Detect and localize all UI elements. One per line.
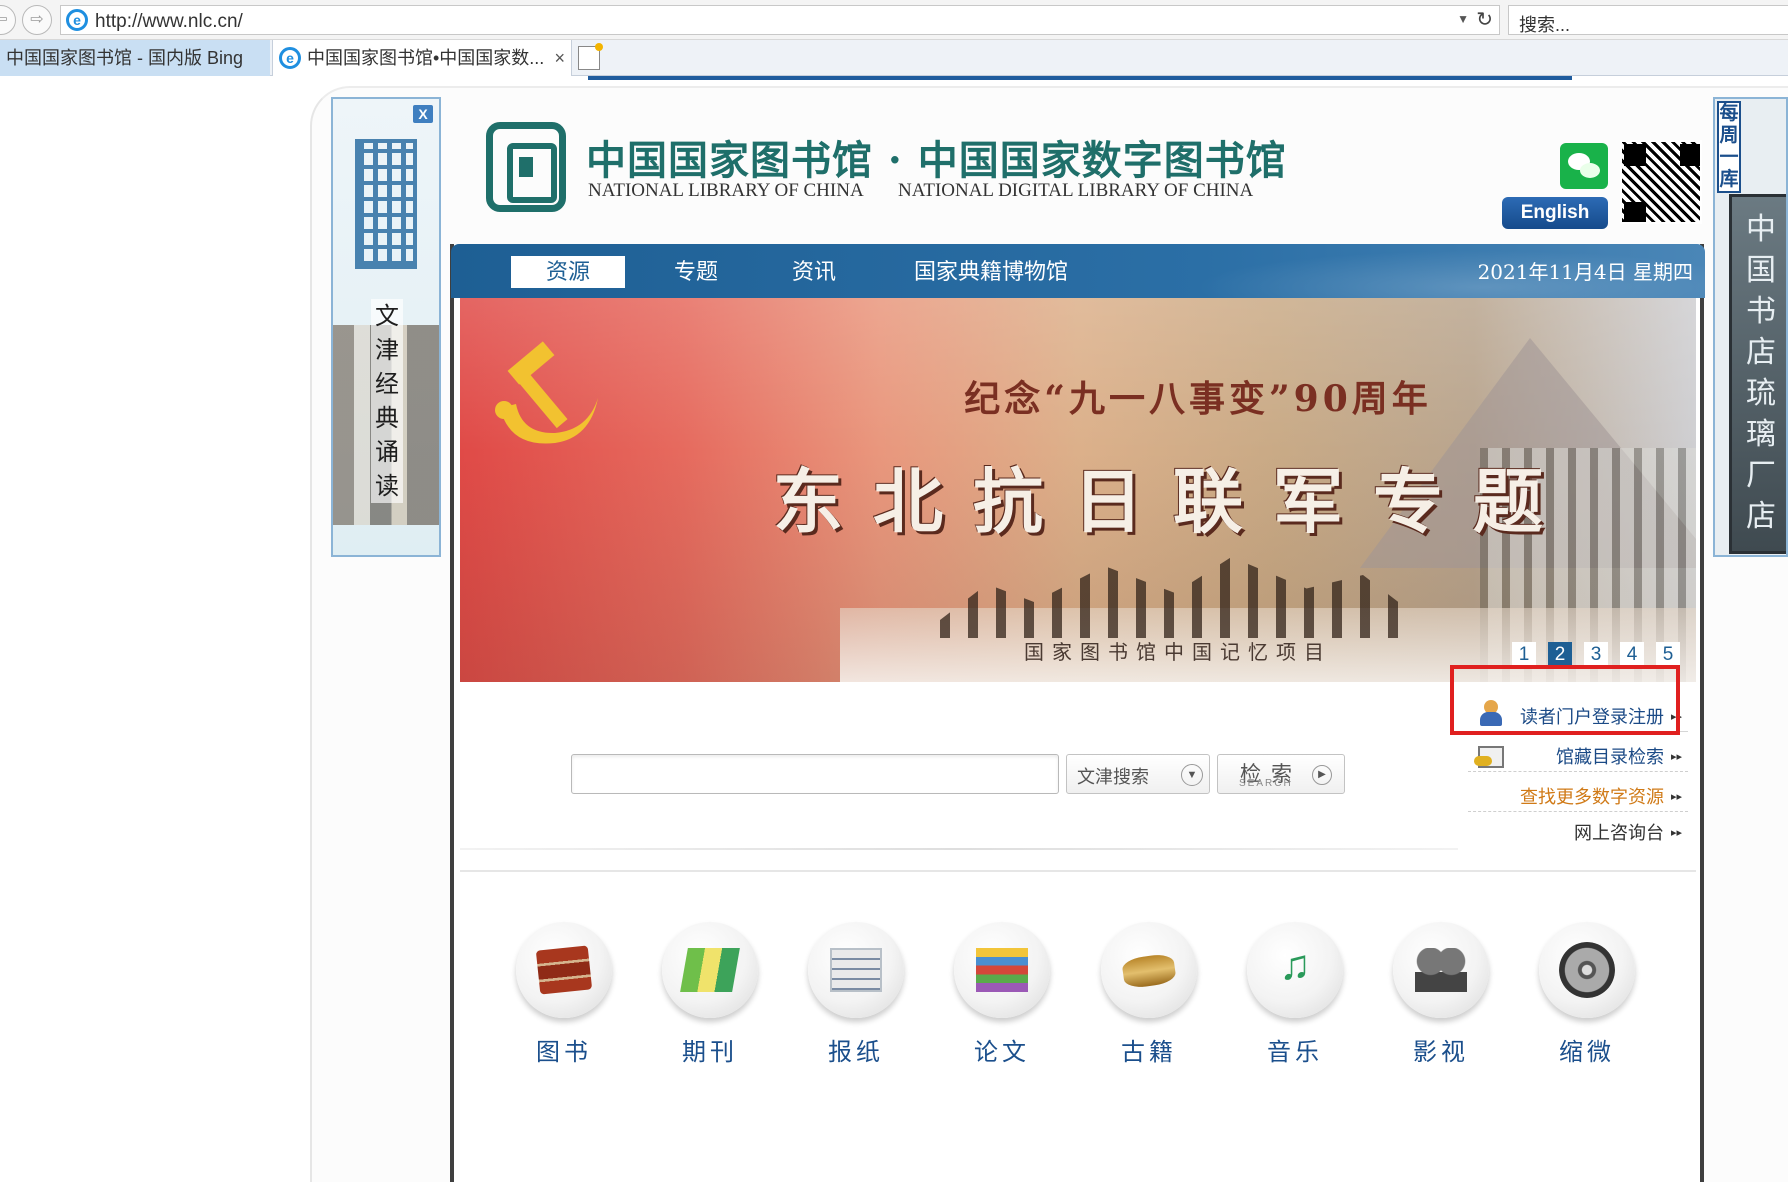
banner-subtitle: 纪念“九一八事变”90周年 bbox=[964, 378, 1432, 420]
ie-icon: e bbox=[66, 9, 88, 31]
category-ancient-books[interactable]: 古籍 bbox=[1097, 922, 1201, 1072]
divider bbox=[460, 870, 1696, 872]
category-label: 论文 bbox=[974, 1039, 1030, 1066]
chevron-down-icon: ▼ bbox=[1181, 764, 1203, 786]
icon-circle bbox=[1539, 922, 1635, 1018]
ie-icon: e bbox=[279, 47, 301, 69]
category-label: 期刊 bbox=[682, 1039, 738, 1066]
online-consult-link[interactable]: 网上咨询台 ▸▸ bbox=[1468, 818, 1688, 848]
newspaper-icon bbox=[830, 948, 882, 992]
icon-circle bbox=[808, 922, 904, 1018]
nav-item-museum[interactable]: 国家典籍博物馆 bbox=[901, 256, 1081, 288]
english-button[interactable]: English bbox=[1502, 197, 1608, 229]
new-tab-button[interactable] bbox=[578, 43, 603, 70]
browser-search-placeholder: 搜索... bbox=[1519, 15, 1571, 35]
wechat-icon[interactable] bbox=[1560, 143, 1608, 189]
left-ad-text: 文津经典诵读 bbox=[371, 299, 403, 503]
chevron-down-icon[interactable]: ▼ bbox=[1457, 12, 1469, 26]
loading-progress-bar bbox=[588, 76, 1572, 80]
digital-resources-link[interactable]: 查找更多数字资源 ▸▸ bbox=[1468, 782, 1688, 812]
double-arrow-icon: ▸▸ bbox=[1670, 827, 1682, 839]
tab-nlc-active[interactable]: e 中国国家图书馆•中国国家数... × bbox=[272, 40, 572, 76]
library-logo-icon[interactable] bbox=[486, 122, 566, 212]
category-label: 影视 bbox=[1413, 1039, 1469, 1066]
forward-button[interactable]: ⇨ bbox=[22, 5, 52, 35]
search-button[interactable]: 检索 SEARCH ▶ bbox=[1217, 754, 1345, 794]
film-icon bbox=[1415, 948, 1467, 992]
ancient-book-icon bbox=[1121, 952, 1177, 990]
double-arrow-icon: ▸▸ bbox=[1670, 751, 1682, 763]
banner-title: 东北抗日联军专题 bbox=[773, 460, 1573, 543]
main-nav: 资源 专题 资讯 国家典籍博物馆 2021年11月4日 星期四 bbox=[451, 244, 1705, 298]
url-text[interactable]: http://www.nlc.cn/ bbox=[95, 11, 243, 33]
icon-circle bbox=[954, 922, 1050, 1018]
tab-bar: 中国国家图书馆 - 国内版 Bing e 中国国家图书馆•中国国家数... × bbox=[0, 40, 1788, 76]
right-ad-header: 每周一库 bbox=[1717, 101, 1741, 193]
back-button[interactable]: ⇦ bbox=[0, 5, 16, 35]
category-theses[interactable]: 论文 bbox=[950, 922, 1054, 1072]
seal-logo-icon bbox=[355, 139, 417, 269]
category-microfilm[interactable]: 缩微 bbox=[1535, 922, 1639, 1072]
icon-circle bbox=[516, 922, 612, 1018]
tab-label: 中国国家图书馆•中国国家数... bbox=[307, 48, 545, 68]
category-books[interactable]: 图书 bbox=[512, 922, 616, 1072]
category-label: 图书 bbox=[536, 1039, 592, 1066]
site-title: 中国国家图书馆 · 中国国家数字图书馆 bbox=[586, 137, 1287, 184]
close-icon[interactable]: X bbox=[413, 105, 433, 123]
double-arrow-icon: ▸▸ bbox=[1670, 791, 1682, 803]
search-button-sublabel: SEARCH bbox=[1239, 778, 1293, 789]
highlight-box bbox=[1450, 665, 1680, 735]
category-music[interactable]: ♫ 音乐 bbox=[1243, 922, 1347, 1072]
browser-address-bar: ⇦ ⇨ e http://www.nlc.cn/ ▼ ↻ 搜索... bbox=[0, 0, 1788, 40]
right-float-ad[interactable]: 中国书店琉璃厂店 每周一库 bbox=[1713, 97, 1788, 557]
url-field[interactable]: e http://www.nlc.cn/ ▼ ↻ bbox=[60, 5, 1500, 35]
journal-icon bbox=[680, 948, 740, 992]
tab-bing[interactable]: 中国国家图书馆 - 国内版 Bing bbox=[0, 40, 270, 76]
category-label: 音乐 bbox=[1267, 1039, 1323, 1066]
nav-item-topics[interactable]: 专题 bbox=[651, 256, 741, 288]
search-scope-select[interactable]: 文津搜索 ▼ bbox=[1066, 754, 1210, 794]
site-search-input[interactable] bbox=[571, 754, 1059, 794]
category-label: 缩微 bbox=[1559, 1039, 1615, 1066]
category-film[interactable]: 影视 bbox=[1389, 922, 1493, 1072]
close-icon[interactable]: × bbox=[554, 40, 565, 76]
banner-footer: 国家图书馆中国记忆项目 bbox=[1024, 642, 1332, 664]
music-icon: ♫ bbox=[1279, 941, 1311, 988]
nav-item-resources[interactable]: 资源 bbox=[511, 256, 625, 288]
icon-circle bbox=[662, 922, 758, 1018]
book-icon bbox=[535, 945, 593, 995]
category-newspapers[interactable]: 报纸 bbox=[804, 922, 908, 1072]
current-date: 2021年11月4日 星期四 bbox=[1477, 260, 1693, 284]
category-label: 古籍 bbox=[1121, 1039, 1177, 1066]
icon-circle: ♫ bbox=[1247, 922, 1343, 1018]
hero-banner[interactable]: 纪念“九一八事变”90周年 东北抗日联军专题 国家图书馆中国记忆项目 1 2 3… bbox=[460, 298, 1696, 682]
thesis-icon bbox=[976, 948, 1028, 992]
icon-circle bbox=[1101, 922, 1197, 1018]
digital-resources-label: 查找更多数字资源 bbox=[1520, 787, 1664, 807]
subtitle-nlc: NATIONAL LIBRARY OF CHINA bbox=[588, 180, 864, 201]
browser-search-field[interactable]: 搜索... bbox=[1508, 5, 1788, 35]
search-scope-label: 文津搜索 bbox=[1077, 767, 1149, 787]
left-float-ad[interactable]: 文津经典诵读 X bbox=[331, 97, 441, 557]
right-ad-text: 中国书店琉璃厂店 bbox=[1746, 212, 1776, 534]
tab-label: 中国国家图书馆 - 国内版 Bing bbox=[6, 48, 244, 68]
qr-code-icon bbox=[1620, 140, 1702, 224]
icon-circle bbox=[1393, 922, 1489, 1018]
catalog-search-link[interactable]: 馆藏目录检索 ▸▸ bbox=[1468, 742, 1688, 772]
catalog-search-label: 馆藏目录检索 bbox=[1556, 747, 1664, 767]
refresh-icon[interactable]: ↻ bbox=[1476, 7, 1493, 32]
microfilm-icon bbox=[1559, 942, 1615, 998]
subtitle-ndlc: NATIONAL DIGITAL LIBRARY OF CHINA bbox=[898, 180, 1254, 201]
category-journals[interactable]: 期刊 bbox=[658, 922, 762, 1072]
category-label: 报纸 bbox=[828, 1039, 884, 1066]
online-consult-label: 网上咨询台 bbox=[1574, 823, 1664, 843]
nav-item-news[interactable]: 资讯 bbox=[769, 256, 859, 288]
arrow-right-icon: ▶ bbox=[1312, 765, 1332, 785]
divider bbox=[460, 848, 1458, 850]
